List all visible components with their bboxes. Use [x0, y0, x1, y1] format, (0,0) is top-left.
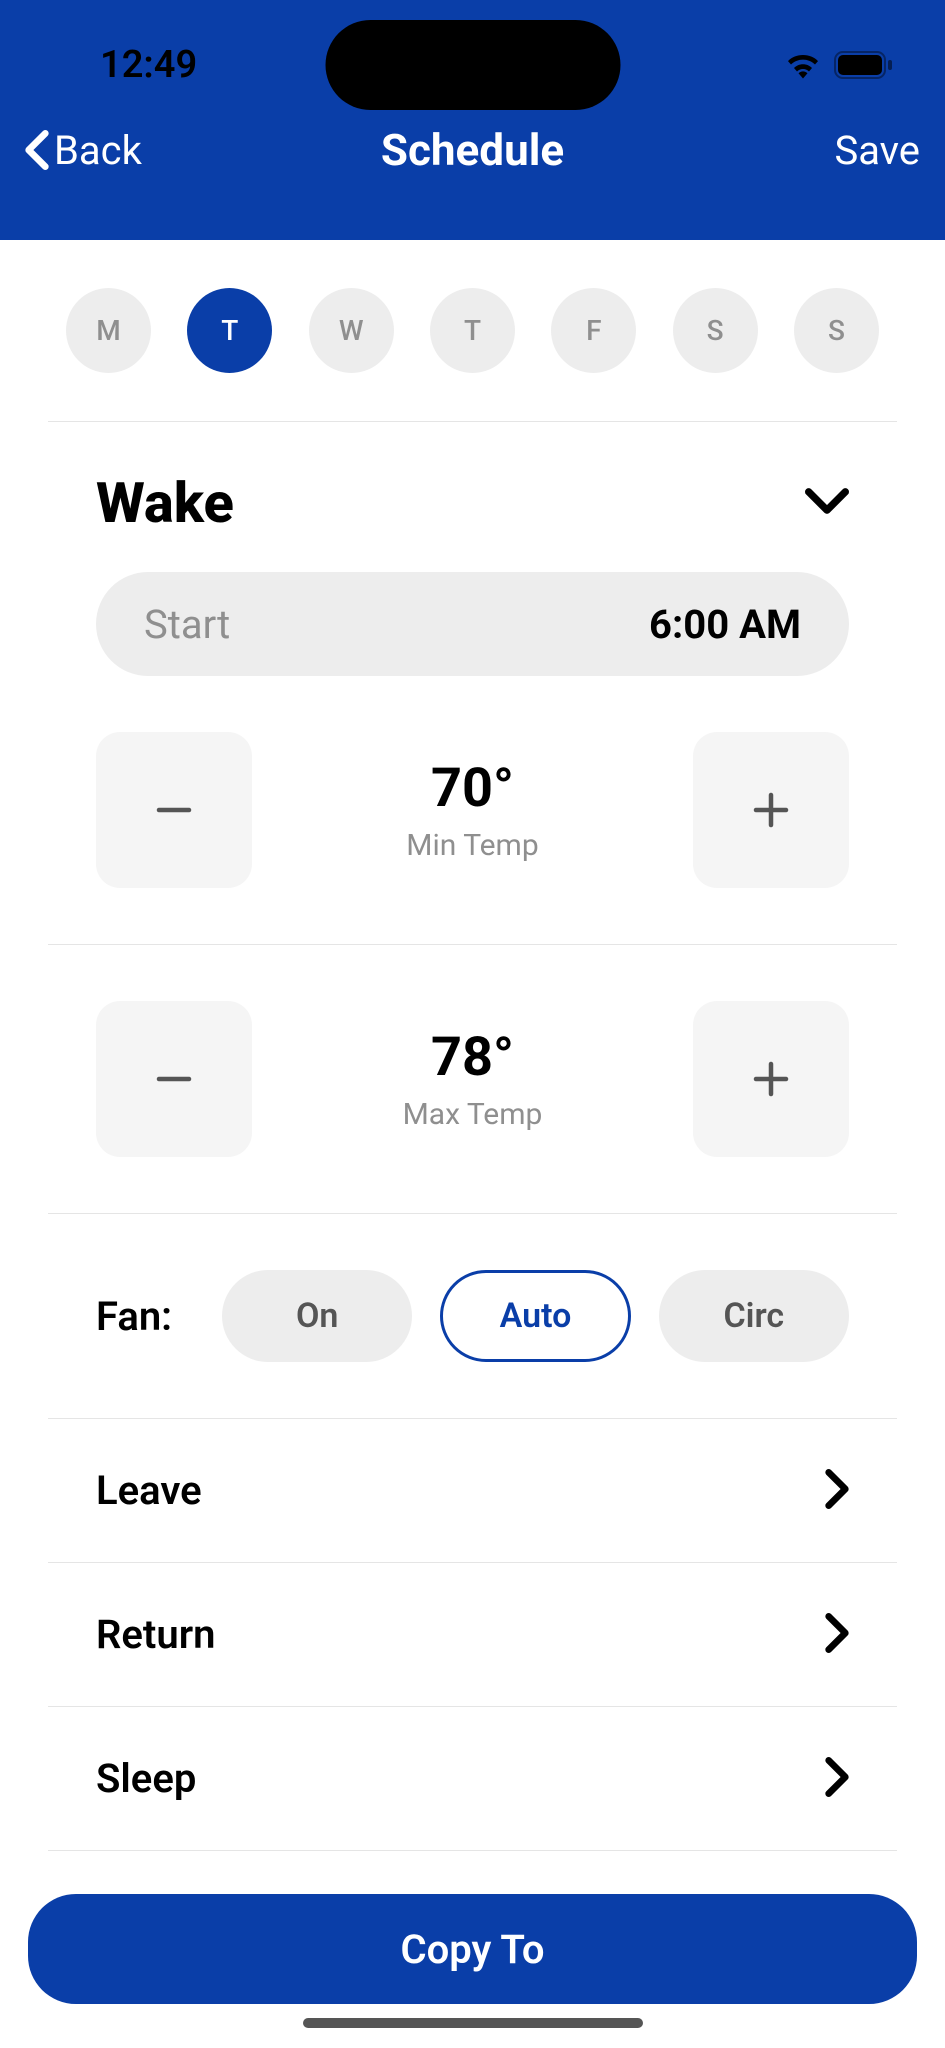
chevron-right-icon: [825, 1757, 849, 1801]
home-indicator[interactable]: [303, 2018, 643, 2028]
battery-icon: [833, 50, 895, 80]
max-temp-decrease-button[interactable]: [96, 1001, 252, 1157]
day-pill-sun[interactable]: S: [794, 288, 879, 373]
fan-options: On Auto Circ: [222, 1270, 849, 1362]
copy-to-button[interactable]: Copy To: [28, 1894, 917, 2004]
day-pill-thu[interactable]: T: [430, 288, 515, 373]
start-label: Start: [144, 601, 230, 648]
day-pill-mon[interactable]: M: [66, 288, 151, 373]
start-value: 6:00 AM: [649, 601, 801, 648]
back-label: Back: [54, 127, 142, 174]
period-row-sleep[interactable]: Sleep: [48, 1707, 897, 1851]
notch: [325, 20, 620, 110]
fan-option-auto[interactable]: Auto: [440, 1270, 630, 1362]
period-label-leave: Leave: [96, 1467, 202, 1514]
min-temp-display: 70° Min Temp: [406, 757, 538, 863]
chevron-right-icon: [825, 1613, 849, 1657]
min-temp-label: Min Temp: [406, 828, 538, 863]
status-time: 12:49: [100, 43, 197, 87]
chevron-down-icon: [805, 488, 849, 518]
period-label-sleep: Sleep: [96, 1755, 196, 1802]
day-pill-tue[interactable]: T: [187, 288, 272, 373]
day-pill-wed[interactable]: W: [309, 288, 394, 373]
period-label-return: Return: [96, 1611, 215, 1658]
day-pill-fri[interactable]: F: [551, 288, 636, 373]
wake-section: Wake Start 6:00 AM 70° Min Temp: [48, 422, 897, 1851]
max-temp-block: 78° Max Temp: [48, 945, 897, 1214]
min-temp-increase-button[interactable]: [693, 732, 849, 888]
footer: Copy To: [0, 1866, 945, 2048]
fan-option-circ[interactable]: Circ: [659, 1270, 849, 1362]
fan-option-on[interactable]: On: [222, 1270, 412, 1362]
nav-bar: Back Schedule Save: [0, 100, 945, 200]
wake-header[interactable]: Wake: [48, 470, 897, 536]
day-selector: M T W T F S S: [48, 240, 897, 422]
fan-row: Fan: On Auto Circ: [48, 1214, 897, 1419]
max-temp-increase-button[interactable]: [693, 1001, 849, 1157]
max-temp-value: 78°: [403, 1026, 543, 1089]
day-pill-sat[interactable]: S: [673, 288, 758, 373]
chevron-right-icon: [825, 1469, 849, 1513]
period-row-return[interactable]: Return: [48, 1563, 897, 1707]
period-row-leave[interactable]: Leave: [48, 1419, 897, 1563]
header: 12:49 Back Schedule Save: [0, 0, 945, 240]
status-bar: 12:49: [0, 0, 945, 100]
status-right: [785, 50, 895, 80]
start-row[interactable]: Start 6:00 AM: [96, 572, 849, 676]
wake-title: Wake: [96, 470, 234, 536]
min-temp-decrease-button[interactable]: [96, 732, 252, 888]
max-temp-display: 78° Max Temp: [403, 1026, 543, 1132]
page-title: Schedule: [381, 124, 564, 176]
save-button[interactable]: Save: [834, 127, 920, 174]
max-temp-label: Max Temp: [403, 1097, 543, 1132]
min-temp-value: 70°: [406, 757, 538, 820]
min-temp-block: 70° Min Temp: [48, 676, 897, 945]
fan-label: Fan:: [96, 1293, 186, 1340]
wifi-icon: [785, 51, 821, 79]
content: M T W T F S S Wake Start 6:00 AM 70° Min…: [0, 240, 945, 1851]
back-button[interactable]: Back: [25, 127, 142, 174]
